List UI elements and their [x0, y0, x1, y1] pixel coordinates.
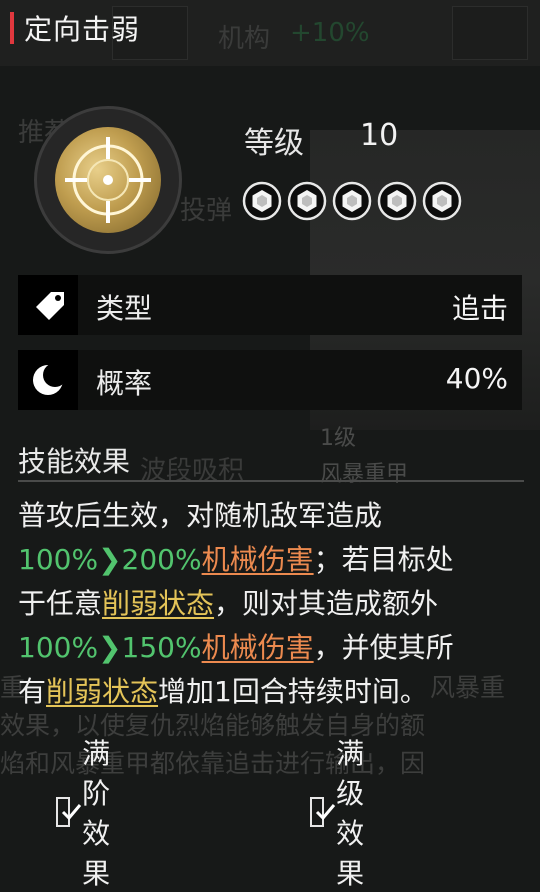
- desc-text: 于任意: [18, 587, 103, 620]
- desc-line-3: 于任意削弱状态，则对其造成额外: [18, 582, 528, 626]
- crosshair-icon: [55, 127, 161, 233]
- upgrade-arrow-icon: ❯: [98, 543, 122, 576]
- skill-type-label: 类型: [96, 292, 153, 325]
- desc-line-4: 100%❯150%机械伤害，并使其所: [18, 626, 528, 670]
- max-level-effect-label: 满级效果: [336, 737, 365, 890]
- background-name: 风暴重甲: [320, 462, 409, 487]
- level-value: 10: [360, 118, 399, 153]
- rank-star-icon: [242, 181, 282, 221]
- title-accent-bar: [10, 12, 14, 44]
- desc-line-2: 100%❯200%机械伤害；若目标处: [18, 538, 528, 582]
- mechanical-damage-keyword[interactable]: 机械伤害: [202, 543, 314, 576]
- desc-text: ，并使其所: [313, 631, 454, 664]
- level-label: 等级: [244, 126, 304, 161]
- skill-title-bar: 定向击弱: [0, 0, 540, 58]
- desc-text: 增加1回合持续时间。: [158, 675, 428, 708]
- checkbox-icon[interactable]: [310, 797, 336, 827]
- rank-stars: [242, 181, 462, 221]
- desc-line-5: 有削弱状态增加1回合持续时间。: [18, 670, 528, 714]
- skill-chance-value: 40%: [445, 362, 508, 395]
- percent-to: 200%: [121, 543, 202, 576]
- skill-type-row: 类型 追击: [18, 275, 522, 335]
- rank-star-icon: [332, 181, 372, 221]
- weaken-status-keyword[interactable]: 削弱状态: [46, 675, 158, 708]
- max-rank-effect-checkbox[interactable]: 满阶效果: [56, 732, 126, 892]
- tag-icon: [18, 275, 78, 335]
- skill-description: 普攻后生效，对随机敌军造成 100%❯200%机械伤害；若目标处 于任意削弱状态…: [18, 494, 528, 714]
- checkbox-icon[interactable]: [56, 797, 82, 827]
- skill-emblem: [34, 106, 182, 254]
- moon-icon: [18, 350, 78, 410]
- background-level: 1级: [320, 426, 356, 451]
- percent-from: 100%: [18, 543, 99, 576]
- desc-text: 有: [18, 675, 47, 708]
- skill-chance-label: 概率: [96, 367, 153, 400]
- skill-type-value: 追击: [451, 292, 508, 325]
- mechanical-damage-keyword[interactable]: 机械伤害: [202, 631, 314, 664]
- upgrade-arrow-icon: ❯: [98, 631, 122, 664]
- desc-text: ；若目标处: [313, 543, 454, 576]
- skill-chance-row: 概率 40%: [18, 350, 522, 410]
- skill-title: 定向击弱: [24, 13, 141, 46]
- desc-text: ，则对其造成额外: [214, 587, 439, 620]
- rank-star-icon: [377, 181, 417, 221]
- desc-text: 普攻后生效，对随机敌军造成: [18, 499, 383, 532]
- effect-section-title: 技能效果: [18, 445, 131, 478]
- percent-from: 100%: [18, 631, 99, 664]
- rank-star-icon: [422, 181, 462, 221]
- rank-star-icon: [287, 181, 327, 221]
- max-rank-effect-label: 满阶效果: [82, 737, 111, 890]
- weaken-status-keyword[interactable]: 削弱状态: [102, 587, 214, 620]
- effect-divider: [18, 480, 524, 482]
- max-level-effect-checkbox[interactable]: 满级效果: [310, 732, 380, 892]
- percent-to: 150%: [121, 631, 202, 664]
- desc-line-1: 普攻后生效，对随机敌军造成: [18, 494, 528, 538]
- background-item: 投弹: [180, 196, 233, 226]
